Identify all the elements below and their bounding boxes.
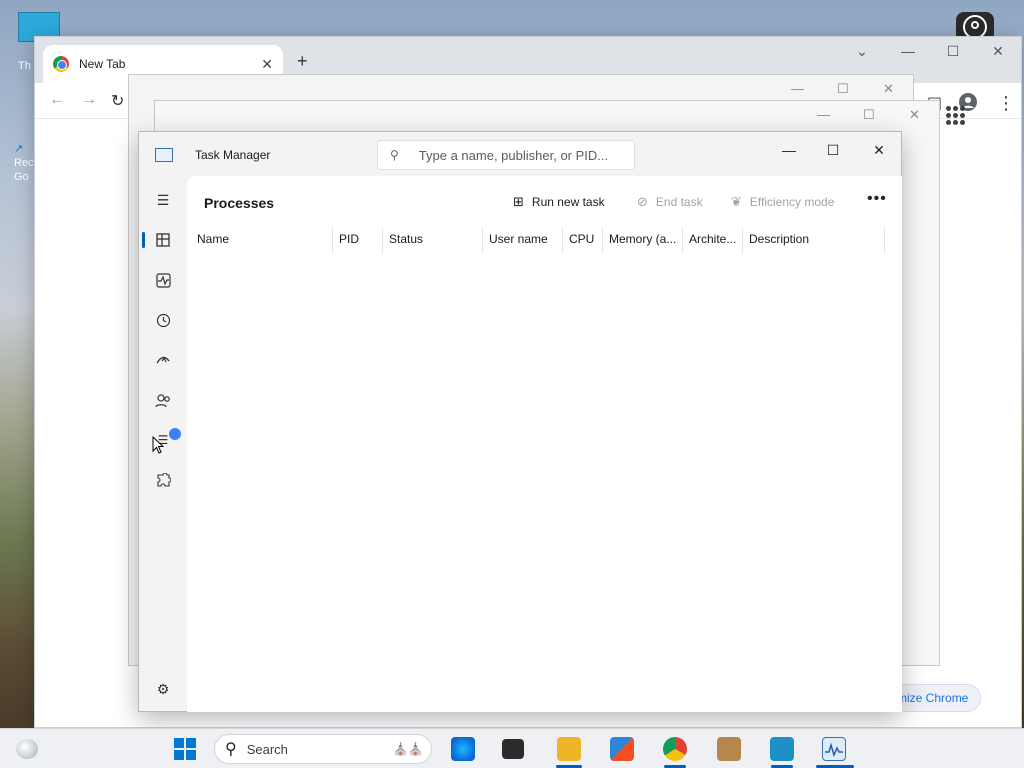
bg1-maximize-icon[interactable]: ☐: [837, 81, 849, 97]
desktop-shortcut-label[interactable]: ↗ Rec Go: [14, 142, 34, 184]
taskbar: ⚲ Search ⛪⛪: [0, 728, 1024, 768]
search-icon: ⚲: [390, 148, 399, 162]
leaf-icon: ❦: [731, 194, 742, 209]
processes-panel: Processes ⊞ Run new task ⊘ End task ❦ Ef…: [187, 176, 902, 712]
column-name[interactable]: Name: [191, 228, 333, 254]
task-view-icon[interactable]: [502, 739, 524, 759]
efficiency-mode-label: Efficiency mode: [749, 195, 835, 209]
nav-users-icon[interactable]: [147, 384, 179, 416]
settings-gear-icon[interactable]: ⚙: [147, 673, 179, 705]
chrome-maximize-button[interactable]: ☐: [938, 43, 968, 60]
end-task-button[interactable]: ⊘ End task: [637, 191, 703, 213]
mouse-cursor-icon: [152, 435, 165, 459]
google-apps-icon[interactable]: [946, 106, 965, 125]
new-tab-button[interactable]: +: [297, 51, 308, 72]
microsoft-store-icon[interactable]: [610, 737, 634, 761]
desktop-icon-label: Th: [18, 60, 31, 72]
column-user-name[interactable]: User name: [483, 228, 563, 254]
control-panel-icon[interactable]: [770, 737, 794, 761]
tab-title: New Tab: [79, 57, 126, 71]
column-status[interactable]: Status: [383, 228, 483, 254]
tab-search-icon[interactable]: ⌄: [847, 43, 877, 60]
close-tab-icon[interactable]: ✕: [261, 56, 273, 73]
tm-close-button[interactable]: ✕: [857, 136, 901, 164]
shortcut-arrow-icon: ↗: [14, 143, 24, 155]
reload-icon[interactable]: ↻: [111, 91, 124, 111]
column-description[interactable]: Description: [743, 228, 885, 254]
back-icon[interactable]: ←: [49, 91, 65, 109]
weather-widget-icon[interactable]: [16, 739, 38, 759]
search-icon: ⚲: [225, 741, 237, 758]
search-highlight-icon: ⛪⛪: [393, 742, 423, 756]
column-cpu[interactable]: CPU: [563, 228, 603, 254]
nav-app-history-icon[interactable]: [147, 304, 179, 336]
nav-startup-apps-icon[interactable]: [147, 344, 179, 376]
bg1-minimize-icon[interactable]: —: [791, 81, 804, 96]
run-new-task-label: Run new task: [531, 195, 605, 209]
nav-performance-icon[interactable]: [147, 264, 179, 296]
processes-header: Processes ⊞ Run new task ⊘ End task ❦ Ef…: [187, 176, 902, 226]
chrome-close-button[interactable]: ✕: [983, 43, 1013, 60]
taskbar-search-label: Search: [246, 741, 288, 757]
tm-maximize-button[interactable]: ☐: [811, 136, 855, 164]
column-architecture[interactable]: Archite...: [683, 228, 743, 254]
column-memory[interactable]: Memory (a...: [603, 228, 683, 254]
bg1-close-icon[interactable]: ✕: [883, 81, 894, 97]
details-notification-badge: [169, 428, 181, 440]
file-explorer-icon[interactable]: [557, 737, 581, 761]
nav-processes-icon[interactable]: [142, 224, 179, 256]
chrome-minimize-button[interactable]: —: [893, 43, 923, 59]
bg2-minimize-icon[interactable]: —: [817, 107, 830, 122]
bg2-maximize-icon[interactable]: ☐: [863, 107, 875, 123]
bg2-close-icon[interactable]: ✕: [909, 107, 920, 123]
tm-minimize-button[interactable]: —: [767, 136, 811, 164]
processes-table-header: Name PID Status User name CPU Memory (a.…: [191, 228, 887, 254]
process-search-box[interactable]: ⚲: [377, 140, 635, 170]
more-options-button[interactable]: •••: [867, 190, 887, 208]
process-search-input[interactable]: [418, 147, 629, 163]
window-title: Task Manager: [195, 148, 271, 162]
archive-app-icon[interactable]: [717, 737, 741, 761]
edge-beta-icon[interactable]: [451, 737, 475, 761]
end-task-icon: ⊘: [637, 194, 648, 209]
end-task-label: End task: [655, 195, 703, 209]
task-manager-taskbar-icon[interactable]: [822, 737, 846, 761]
task-manager-app-icon: [155, 148, 173, 162]
chrome-logo-icon: [53, 56, 69, 72]
chrome-taskbar-icon[interactable]: [663, 737, 687, 761]
nav-services-icon[interactable]: [147, 464, 179, 496]
efficiency-mode-button[interactable]: ❦ Efficiency mode: [731, 191, 834, 213]
column-pid[interactable]: PID: [333, 228, 383, 254]
run-task-icon: ⊞: [513, 194, 524, 209]
hamburger-menu-button[interactable]: ☰: [147, 184, 179, 216]
start-button-icon[interactable]: [174, 738, 196, 760]
task-manager-window[interactable]: Task Manager ⚲ — ☐ ✕ ☰ ☰: [138, 131, 902, 712]
forward-icon[interactable]: →: [81, 91, 97, 109]
run-new-task-button[interactable]: ⊞ Run new task: [513, 191, 605, 213]
taskbar-search-box[interactable]: ⚲ Search ⛪⛪: [214, 734, 432, 764]
task-manager-titlebar: Task Manager ⚲ — ☐ ✕: [139, 132, 901, 176]
chrome-menu-icon[interactable]: ⋮: [997, 93, 1015, 114]
page-title: Processes: [204, 195, 275, 211]
